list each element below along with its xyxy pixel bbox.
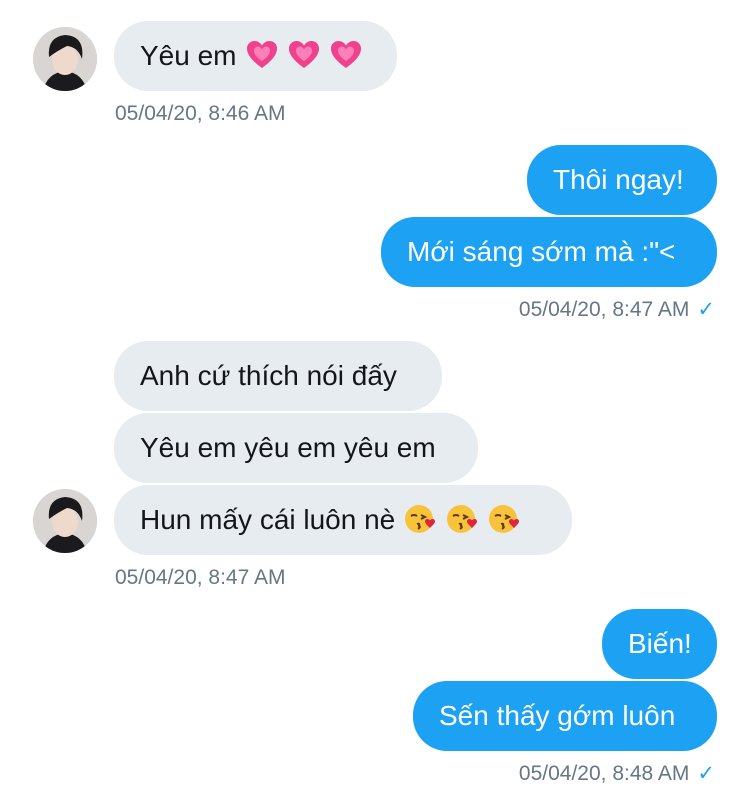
kissing-face-icon	[487, 502, 521, 536]
message-timestamp: 05/04/20, 8:46 AM	[115, 102, 286, 125]
contact-avatar[interactable]	[33, 489, 97, 553]
read-check-icon: ✓	[697, 298, 715, 321]
sent-message-bubble[interactable]: Sến thấy gớm luôn	[413, 681, 717, 751]
message-timestamp: 05/04/20, 8:47 AM	[115, 566, 286, 589]
timestamp-text: 05/04/20, 8:48 AM	[518, 762, 690, 785]
growing-heart-icon	[329, 39, 363, 71]
growing-heart-icon	[287, 39, 321, 71]
growing-heart-icon	[245, 39, 279, 71]
message-timestamp: 05/04/20, 8:47 AM ✓	[519, 297, 715, 323]
read-check-icon: ✓	[697, 762, 715, 785]
message-text: Hun mấy cái luôn nè	[140, 504, 396, 535]
received-message-bubble[interactable]: Yêu em	[114, 21, 397, 91]
contact-avatar[interactable]	[33, 27, 97, 91]
timestamp-text: 05/04/20, 8:47 AM	[518, 298, 690, 321]
sent-message-bubble[interactable]: Thôi ngay!	[527, 145, 717, 215]
received-message-bubble[interactable]: Anh cứ thích nói đấy	[114, 341, 442, 411]
message-timestamp: 05/04/20, 8:48 AM ✓	[519, 761, 715, 787]
message-text: Yêu em	[140, 40, 237, 71]
sent-message-bubble[interactable]: Biến!	[602, 609, 717, 679]
received-message-bubble[interactable]: Yêu em yêu em yêu em	[114, 413, 478, 483]
received-message-bubble[interactable]: Hun mấy cái luôn nè	[114, 485, 572, 555]
sent-message-bubble[interactable]: Mới sáng sớm mà :"<	[381, 217, 717, 287]
kissing-face-icon	[403, 502, 437, 536]
kissing-face-icon	[445, 502, 479, 536]
